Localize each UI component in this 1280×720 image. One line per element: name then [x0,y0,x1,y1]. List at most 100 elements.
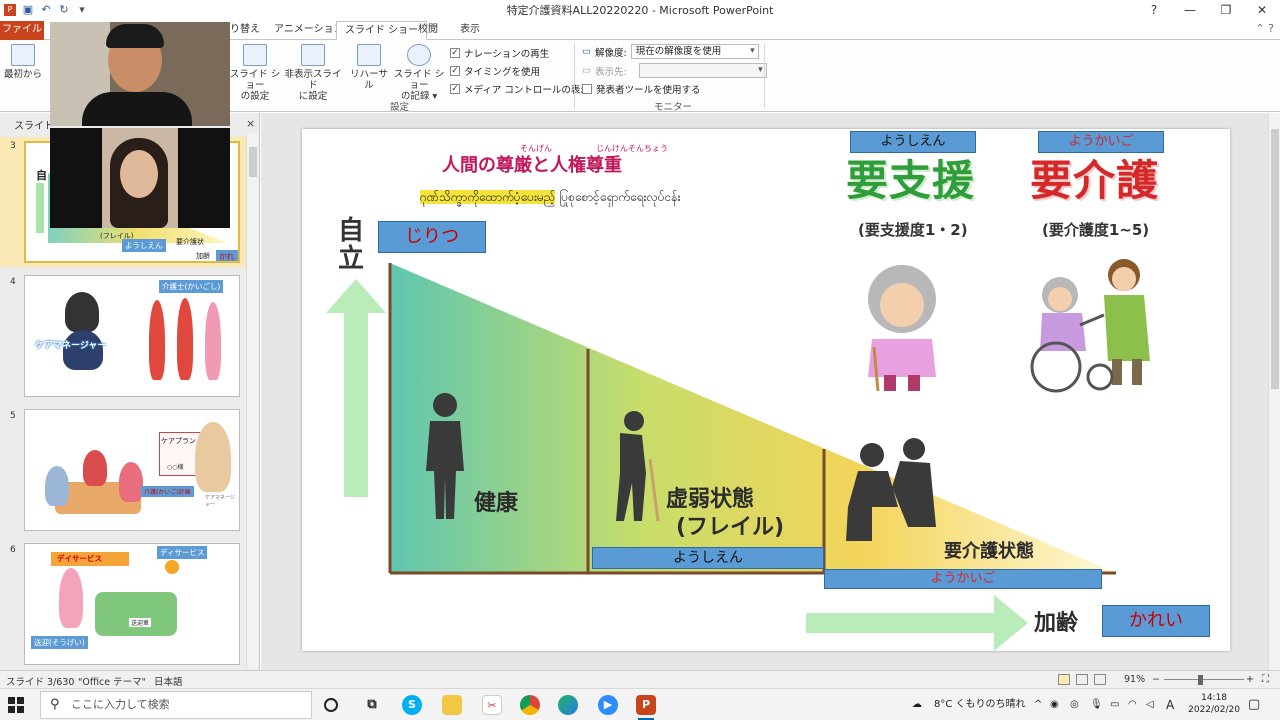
skype-icon[interactable]: S [402,695,422,715]
current-slide[interactable]: そんげん じんけんそんちょう 人間の尊厳と人権尊重 ဂုဏ်သိက္ခာကိုထ… [302,129,1230,651]
person-illustration [149,300,165,380]
system-clock[interactable]: 14:18 2022/02/20 [1188,692,1240,716]
slide-subtitle: ဂုဏ်သိက္ခာကိုထောက်ပံ့ပေးမည့် ပြုစုစောင့်… [420,190,681,204]
from-start-button[interactable]: 最初から [4,44,42,80]
group-label-monitor: モニター [654,102,693,113]
weather-icon[interactable]: ☁ [912,689,922,720]
zoom-in-button[interactable]: + [1246,674,1254,685]
tab-file[interactable]: ファイル [0,21,44,40]
checkmark-icon: ✓ [450,84,460,94]
hide-slide-button[interactable]: 非表示スライド に設定 [284,44,342,102]
slide-thumbnail-5[interactable]: 5 ケアプラン ○○様 ケアマネージャー 介護(かいご)計画 [0,407,246,535]
taskbar-search-box[interactable]: ⚲ ここに入力して検索 [40,691,312,719]
redo-icon[interactable]: ↻ [58,4,70,16]
chrome-icon[interactable] [520,695,540,715]
person-illustration [45,466,69,506]
close-button[interactable]: ✕ [1244,0,1280,20]
tab-slides[interactable]: スライド [14,117,54,132]
zoom-out-button[interactable]: − [1152,674,1160,685]
normal-view-icon[interactable] [1058,674,1070,685]
care-subtitle: (要介護度1~5) [1042,221,1150,239]
fit-to-window-icon[interactable]: ⛶ [1262,674,1269,685]
resolution-field: ▭ 解像度: 現在の解像度を使用 [582,44,759,59]
minimize-button[interactable]: — [1172,0,1208,20]
slide-vertical-scrollbar[interactable] [1268,113,1280,670]
use-timings-checkbox[interactable]: ✓ タイミングを使用 [450,64,540,78]
snipping-tool-icon[interactable]: ✂ [482,695,502,715]
zoom-level[interactable]: 91% [1124,674,1145,685]
thumb-label: ケアプラン [161,437,196,445]
karei-box: かれい [1102,605,1210,637]
theme-indicator: "Office テーマ" [78,677,146,688]
thumb-label: 自 [36,169,47,182]
undo-icon[interactable]: ↶ [40,4,52,16]
zoom-slider[interactable] [1164,679,1244,680]
slide-thumbnail-4[interactable]: 4 介護士(かいごし) ケアマネージャー [0,273,246,401]
language-indicator[interactable]: 日本語 [154,674,183,688]
label-kenkou: 健康 [474,491,519,516]
powerpoint-logo-icon: P [4,4,16,16]
youshien-bar: ようしえん [592,547,824,569]
record-slideshow-button[interactable]: スライド ショー の記録 ▾ [392,44,446,102]
save-icon[interactable]: ▣ [22,4,34,16]
rehearse-timings-button[interactable]: リハーサル [348,44,390,91]
help-button[interactable]: ? [1136,0,1172,20]
show-on-dropdown[interactable] [638,63,767,78]
edge-icon[interactable] [558,695,578,715]
microphone-icon[interactable]: 🎙 [1090,689,1103,720]
reading-view-icon[interactable] [1094,674,1106,685]
windows-taskbar: ⚲ ここに入力して検索 ⧉ S ✂ ▶ P ☁ 8°C くもりのち晴れ ^ ◉ … [0,688,1280,720]
resolution-dropdown[interactable]: 現在の解像度を使用 [630,44,759,59]
tab-review[interactable]: 校閲 [410,21,446,40]
close-pane-icon[interactable]: × [246,117,255,130]
customize-qat-icon[interactable]: ▾ [76,4,88,16]
task-view-icon[interactable]: ⧉ [362,695,382,715]
show-media-controls-checkbox[interactable]: ✓ メディア コントロールの表示 [450,82,590,96]
frail-person-silhouette-icon [616,411,660,522]
play-narrations-checkbox[interactable]: ✓ ナレーションの再生 [450,46,549,60]
thumb-label: 送迎車 [129,618,152,627]
tab-view[interactable]: 表示 [452,21,488,40]
notification-icon[interactable]: ▢ [1248,689,1260,720]
presenter-hair [106,24,164,48]
person-illustration [195,422,231,492]
thumb-label: ○○様 [167,464,184,471]
person-illustration [119,462,143,502]
slide-sorter-icon[interactable] [1076,674,1088,685]
sun-icon [165,560,179,574]
slide-thumbnail-6[interactable]: 6 デイサービス ディサービス 送迎車 送迎(そうげい) [0,541,246,669]
rehearse-icon [357,44,381,66]
windows-start-icon[interactable] [8,697,24,713]
powerpoint-taskbar-icon[interactable]: P [636,695,656,720]
battery-icon[interactable]: ▭ [1110,689,1119,720]
zoom-app-icon[interactable]: ▶ [598,695,618,715]
thumbnail-preview: デイサービス ディサービス 送迎車 送迎(そうげい) [24,543,240,665]
ime-indicator[interactable]: A [1166,689,1174,720]
thumb-label: 送迎(そうげい) [31,636,88,649]
pane-scrollbar[interactable] [246,133,258,669]
weather-text[interactable]: 8°C くもりのち晴れ [934,689,1026,720]
show-hidden-icons-icon[interactable]: ^ [1034,689,1042,720]
ribbon-help-icon[interactable]: ⌃ ? [1255,22,1274,35]
file-explorer-icon[interactable] [442,695,462,715]
care-recipient-silhouette-icon [846,438,936,541]
record-icon [407,44,431,66]
restore-button[interactable]: ❐ [1208,0,1244,20]
tray-app-icon[interactable]: ◎ [1070,689,1079,720]
setup-slideshow-button[interactable]: スライド ショー の設定 [228,44,282,102]
volume-icon[interactable]: ◁ [1146,689,1154,720]
scroll-thumb[interactable] [249,147,257,177]
thumb-label: ディサービス [157,546,208,559]
tray-app-icon[interactable]: ◉ [1050,689,1059,720]
webcam-video-participant [50,128,230,228]
person-illustration [205,302,221,380]
presenter-view-checkbox[interactable]: 発表者ツールを使用する [582,82,701,96]
cortana-icon[interactable] [324,698,338,712]
arrow-up-shape [36,183,44,233]
slide-number: 6 [10,545,16,555]
thumb-label: 要介護状 [176,238,204,246]
zoom-slider-thumb[interactable] [1198,675,1203,685]
scroll-thumb[interactable] [1271,129,1279,389]
arrow-up-icon [326,279,386,497]
network-icon[interactable]: ◠ [1128,689,1137,720]
